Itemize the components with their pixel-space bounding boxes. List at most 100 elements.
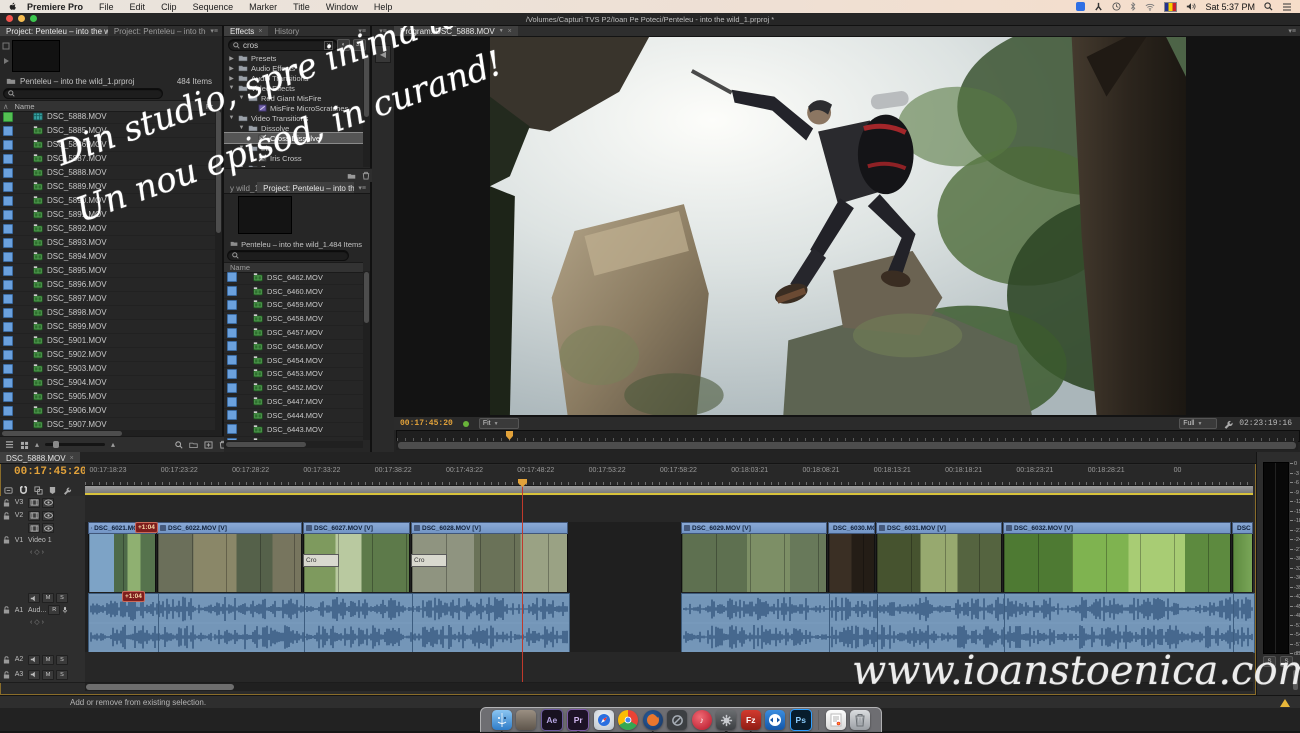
video-clip[interactable]: DSC_6031.MOV [V]: [876, 522, 1002, 592]
file-row[interactable]: DSC_6457.MOV: [224, 326, 363, 340]
toggle-track-output-eye-icon[interactable]: [44, 512, 53, 519]
add-marker-icon[interactable]: [49, 486, 56, 495]
chevron-right-icon[interactable]: ▶: [228, 55, 235, 62]
dock-icon-chrome[interactable]: [618, 710, 638, 730]
video-clip[interactable]: DSC_6032.MOV [V]: [1003, 522, 1231, 592]
notification-center-icon[interactable]: [1282, 3, 1292, 11]
close-tab-icon[interactable]: ×: [508, 28, 512, 35]
file-row[interactable]: DSC_6458.MOV: [224, 312, 363, 326]
set-display-style-icon[interactable]: [30, 499, 39, 506]
effects-tree-item[interactable]: Cross Dissolve: [224, 133, 363, 143]
track-lock-icon[interactable]: [3, 606, 10, 614]
effects-tree-item[interactable]: ▼ Iris: [224, 143, 363, 153]
file-row[interactable]: DSC_5904.MOV: [0, 376, 222, 390]
dock-icon-teamviewer[interactable]: [765, 710, 785, 730]
tab-project2-active[interactable]: Project: Penteleu – into the wild_: [257, 182, 354, 193]
preview-thumbnail[interactable]: [238, 196, 292, 234]
meter-scrollbar[interactable]: [1293, 670, 1298, 690]
linked-selection-icon[interactable]: [34, 486, 43, 495]
transition-overlay[interactable]: Cro: [411, 554, 447, 567]
delete-custom-item-icon[interactable]: [362, 171, 370, 180]
file-row[interactable]: DSC_6453.MOV: [224, 368, 363, 382]
snap-magnet-icon[interactable]: [19, 486, 28, 495]
track-lane-v2[interactable]: [85, 509, 1253, 523]
list-view-icon[interactable]: [5, 441, 14, 449]
file-row[interactable]: DSC_6454.MOV: [224, 354, 363, 368]
audio-clip[interactable]: [681, 593, 1255, 653]
menu-file[interactable]: File: [91, 2, 122, 12]
solo-right-button[interactable]: S: [1280, 656, 1293, 667]
track-lock-icon[interactable]: [3, 499, 10, 507]
dock-icon-blocked-app[interactable]: [667, 710, 687, 730]
video-clip[interactable]: DSC_6030.MO: [828, 522, 875, 592]
thumbnail-zoom-slider[interactable]: [45, 443, 105, 446]
track-lock-icon[interactable]: [3, 536, 10, 544]
panel-menu-icon[interactable]: ▾≡: [354, 25, 370, 36]
project2-search-input[interactable]: [227, 250, 349, 261]
file-row[interactable]: DSC_6444.MOV: [224, 409, 363, 423]
tab-sequence[interactable]: DSC_5888.MOV×: [0, 452, 80, 463]
chevron-right-icon[interactable]: ▶: [228, 75, 235, 82]
new-custom-bin-icon[interactable]: [347, 172, 356, 180]
panel-menu-icon[interactable]: ▾≡: [1284, 25, 1300, 36]
zoom-level-select[interactable]: Fit▼: [479, 418, 519, 429]
project2-vertical-scrollbar[interactable]: [363, 271, 370, 440]
icon-view-icon[interactable]: [20, 441, 29, 449]
set-display-style-icon[interactable]: [30, 525, 39, 532]
wifi-icon[interactable]: [1145, 3, 1155, 11]
menu-marker[interactable]: Marker: [241, 2, 285, 12]
dock-icon-itunes[interactable]: ♪: [692, 710, 712, 730]
nested-sequence-icon[interactable]: [4, 486, 13, 495]
file-row[interactable]: DSC_6462.MOV: [224, 271, 363, 285]
tab-history[interactable]: History: [268, 25, 305, 36]
panel-menu-icon[interactable]: ▾≡: [372, 25, 394, 35]
file-row[interactable]: DSC_5906.MOV: [0, 404, 222, 418]
timeline-settings-wrench-icon[interactable]: [62, 486, 72, 495]
dock-icon-premiere-pro[interactable]: Pr: [567, 709, 589, 731]
timeline-ruler[interactable]: 00:17:18:2300:17:23:2200:17:28:2200:17:3…: [85, 465, 1253, 486]
video-clip[interactable]: DSC_6022.MOV [V]: [157, 522, 302, 592]
file-row[interactable]: DSC_6456.MOV: [224, 340, 363, 354]
effects-tree-item[interactable]: ▼ Zoom: [224, 163, 363, 167]
work-area-bar[interactable]: [85, 486, 1253, 495]
file-row[interactable]: DSC_5903.MOV: [0, 362, 222, 376]
file-row[interactable]: DSC_5889.MOV: [0, 180, 222, 194]
track-header-a1[interactable]: MS A1Aud...R ‹ ◇ ›: [0, 592, 86, 653]
file-row[interactable]: DSC_6460.MOV: [224, 285, 363, 299]
tab-program[interactable]: Program: DSC_5888.MOV ▼ ×: [394, 25, 518, 36]
track-lane-v1[interactable]: DSC_6021.MOV [V]DSC_6022.MOV [V]+1:04DSC…: [85, 522, 1253, 593]
track-header-v1[interactable]: V1Video 1‹ ◇ ›: [0, 522, 86, 593]
audio-clip[interactable]: [88, 593, 570, 653]
file-row[interactable]: DSC_5902.MOV: [0, 348, 222, 362]
toggle-track-output-eye-icon[interactable]: [44, 525, 53, 532]
chevron-right-icon[interactable]: ▶: [228, 65, 235, 72]
file-row[interactable]: DSC_5898.MOV: [0, 306, 222, 320]
project2-horizontal-scrollbar[interactable]: [224, 441, 363, 448]
file-row[interactable]: DSC_5886.MOV: [0, 138, 222, 152]
solo-button[interactable]: S: [56, 655, 68, 665]
dock-icon-document-app[interactable]: [826, 710, 846, 730]
mute-button[interactable]: M: [42, 593, 54, 603]
effects-tree-item[interactable]: ▶ Audio Effects: [224, 63, 363, 73]
project-vertical-scrollbar[interactable]: [215, 110, 222, 430]
track-lane-v3[interactable]: [85, 496, 1253, 510]
effects-tree-item[interactable]: ▼ Video Transitions: [224, 113, 363, 123]
mute-button[interactable]: M: [42, 655, 54, 665]
mute-button[interactable]: M: [42, 670, 54, 680]
track-header-a2[interactable]: A2 MS: [0, 652, 86, 668]
find-icon[interactable]: [175, 441, 183, 449]
volume-icon[interactable]: [1186, 2, 1196, 11]
file-row[interactable]: DSC_5895.MOV: [0, 264, 222, 278]
time-machine-icon[interactable]: [1112, 2, 1121, 11]
new-item-icon[interactable]: [204, 441, 213, 449]
file-row[interactable]: DSC_6459.MOV: [224, 299, 363, 313]
voiceover-mic-icon[interactable]: [62, 606, 68, 614]
file-row[interactable]: DSC_5890.MOV: [0, 194, 222, 208]
track-header-a3[interactable]: A3 MS: [0, 667, 86, 683]
accelerated-effects-filter-icon[interactable]: ◐: [337, 39, 350, 51]
file-row[interactable]: DSC_5897.MOV: [0, 292, 222, 306]
chevron-down-icon[interactable]: ▼: [499, 28, 504, 34]
dock-icon-filezilla[interactable]: Fz: [741, 710, 761, 730]
effects-tree-item[interactable]: ▼ Video Effects: [224, 83, 363, 93]
input-language-flag-icon[interactable]: [1164, 2, 1177, 12]
